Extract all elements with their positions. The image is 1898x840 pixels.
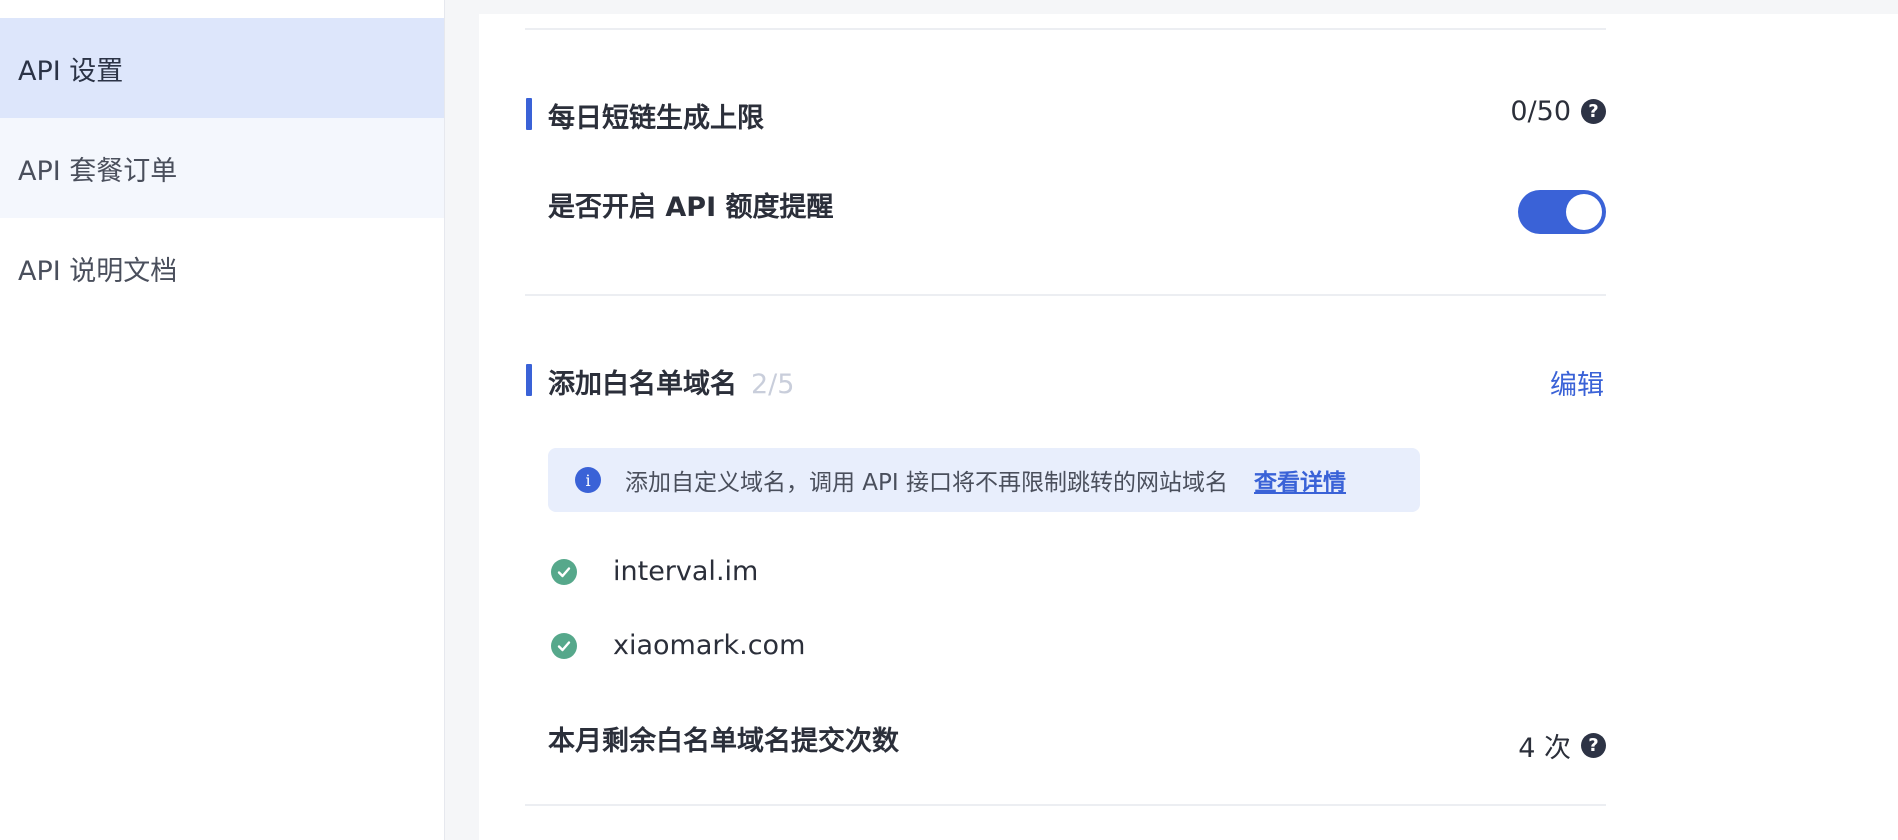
info-banner: i 添加自定义域名，调用 API 接口将不再限制跳转的网站域名 查看详情 <box>548 448 1420 512</box>
list-item: interval.im <box>551 556 758 587</box>
whitelist-title-group: 添加白名单域名 2/5 <box>548 362 794 401</box>
question-circle-icon[interactable]: ? <box>1581 733 1606 758</box>
monthly-remaining-value-group: 4 次 ? <box>1518 726 1606 765</box>
sidebar-item-api-docs[interactable]: API 说明文档 <box>0 218 444 318</box>
list-item: xiaomark.com <box>551 630 805 661</box>
daily-limit-value: 0/50 <box>1510 96 1571 127</box>
whitelist-count: 2/5 <box>751 369 795 400</box>
domain-name: xiaomark.com <box>613 630 806 661</box>
sidebar-item-label: API 套餐订单 <box>18 155 178 187</box>
divider <box>525 294 1606 296</box>
divider <box>525 804 1606 806</box>
check-circle-icon <box>551 558 577 585</box>
info-text: 添加自定义域名，调用 API 接口将不再限制跳转的网站域名 <box>625 470 1229 496</box>
sidebar-item-api-settings[interactable]: API 设置 <box>0 18 444 118</box>
settings-card <box>479 14 1898 840</box>
quota-reminder-toggle[interactable] <box>1518 190 1606 234</box>
info-circle-icon: i <box>575 467 601 493</box>
divider <box>525 28 1606 30</box>
edit-whitelist-button[interactable]: 编辑 <box>1550 363 1604 402</box>
quota-reminder-label: 是否开启 API 额度提醒 <box>548 192 834 223</box>
sidebar: API 设置 API 套餐订单 API 说明文档 <box>0 0 445 840</box>
check-circle-icon <box>551 632 577 659</box>
whitelist-title: 添加白名单域名 <box>548 369 737 400</box>
question-circle-icon[interactable]: ? <box>1581 99 1606 124</box>
domain-name: interval.im <box>613 556 759 587</box>
section-accent-bar <box>526 98 532 130</box>
monthly-remaining-value: 4 次 <box>1518 733 1571 764</box>
monthly-remaining-label: 本月剩余白名单域名提交次数 <box>548 726 899 757</box>
view-details-link[interactable]: 查看详情 <box>1254 463 1346 497</box>
toggle-knob <box>1566 194 1602 230</box>
section-accent-bar <box>526 364 532 396</box>
daily-limit-value-group: 0/50 ? <box>1510 96 1606 127</box>
sidebar-item-label: API 说明文档 <box>18 255 178 287</box>
sidebar-item-api-orders[interactable]: API 套餐订单 <box>0 118 444 218</box>
sidebar-item-label: API 设置 <box>18 55 124 87</box>
daily-limit-title: 每日短链生成上限 <box>548 103 764 134</box>
